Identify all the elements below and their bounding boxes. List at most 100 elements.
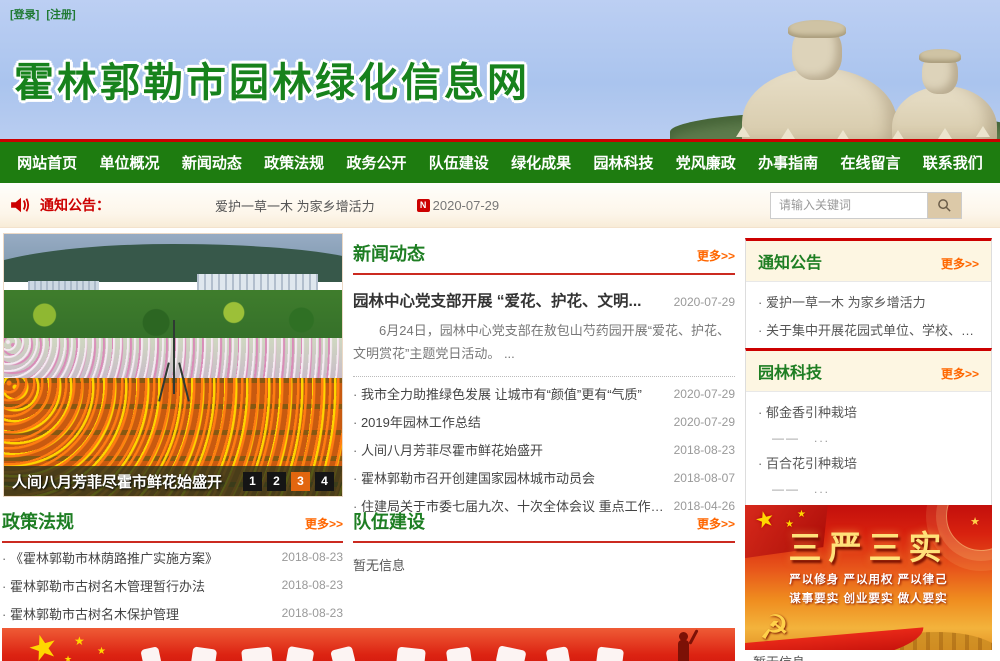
policy-item-link[interactable]: 霍林郭勒市古树名木管理暂行办法 — [2, 576, 272, 595]
tech-box-item-link[interactable]: 百合花引种栽培 — [758, 450, 979, 478]
news-section: 新闻动态 更多>> 园林中心党支部开展 “爱花、护花、文明... 2020-07… — [353, 240, 735, 520]
tent-graphic — [938, 128, 952, 139]
nav-item-policy[interactable]: 政策法规 — [264, 152, 324, 173]
login-link[interactable]: [登录] — [10, 9, 39, 21]
policy-item-date: 2018-08-23 — [282, 606, 343, 620]
news-section-title: 新闻动态 — [353, 240, 425, 266]
nav-item-guide[interactable]: 办事指南 — [758, 152, 818, 173]
nav-item-home[interactable]: 网站首页 — [17, 152, 77, 173]
nav-item-gov-affairs[interactable]: 政务公开 — [346, 152, 406, 173]
news-list-item: 人间八月芳菲尽霍市鲜花始盛开 2018-08-23 — [353, 436, 735, 464]
calligraphy-stroke — [191, 646, 217, 661]
star-icon: ★ — [64, 654, 72, 661]
notice-box: 通知公告 更多>> 爱护一草一木 为家乡增活力 关于集中开展花园式单位、学校、工… — [745, 238, 992, 355]
tech-box-item-sub: —— ... — [772, 427, 979, 450]
news-item-link[interactable]: 霍林郭勒市召开创建国家园林城市动员会 — [353, 468, 664, 487]
nav-item-team[interactable]: 队伍建设 — [429, 152, 489, 173]
news-item-link[interactable]: 我市全力助推绿色发展 让城市有“颜值”更有“气质” — [353, 384, 664, 403]
news-list-item: 我市全力助推绿色发展 让城市有“颜值”更有“气质” 2020-07-29 — [353, 380, 735, 408]
search-icon — [937, 198, 952, 213]
star-icon: ★ — [797, 509, 806, 520]
photo-carousel[interactable]: 人间八月芳菲尽霍市鲜花始盛开 1 2 3 4 — [3, 233, 343, 497]
section-divider — [353, 273, 735, 275]
carousel-caption-link[interactable]: 人间八月芳菲尽霍市鲜花始盛开 — [12, 471, 243, 492]
search-button[interactable] — [928, 192, 962, 219]
carousel-pager: 1 2 3 4 — [243, 472, 334, 491]
site-title: 霍林郭勒市园林绿化信息网 — [14, 50, 530, 108]
team-section-title: 队伍建设 — [353, 508, 425, 534]
site-header: [登录] [注册] 霍林郭勒市园林绿化信息网 — [0, 0, 1000, 139]
news-list-item: 2019年园林工作总结 2020-07-29 — [353, 408, 735, 436]
ticker-announcement-link[interactable]: 爱护一草一木 为家乡增活力 — [215, 196, 375, 215]
carousel-page-1[interactable]: 1 — [243, 472, 262, 491]
notice-box-title: 通知公告 — [758, 249, 822, 273]
auth-links: [登录] [注册] — [10, 6, 80, 22]
team-more-link[interactable]: 更多>> — [697, 515, 735, 532]
news-item-date: 2018-08-23 — [674, 443, 735, 457]
nav-item-party[interactable]: 党风廉政 — [676, 152, 736, 173]
policy-more-link[interactable]: 更多>> — [305, 515, 343, 532]
banner-slogan-line: 谋事要实 创业要实 做人要实 — [745, 590, 992, 606]
nav-item-contact[interactable]: 联系我们 — [923, 152, 983, 173]
carousel-photo-tripod — [173, 320, 175, 394]
news-item-date: 2020-07-29 — [674, 387, 735, 401]
nav-item-greening[interactable]: 绿化成果 — [511, 152, 571, 173]
calligraphy-stroke — [396, 647, 426, 661]
tech-box-item-sub: —— ... — [772, 478, 979, 501]
page: [登录] [注册] 霍林郭勒市园林绿化信息网 网站首页 单位概况 新闻动态 政策… — [0, 0, 1000, 661]
calligraphy-stroke — [596, 646, 624, 661]
tent-graphic — [736, 126, 750, 137]
banner-slogan-line: 严以修身 严以用权 严以律己 — [745, 571, 992, 587]
tent-graphic — [976, 126, 990, 137]
banner-below-empty-text: 暂无信息 — [745, 652, 992, 661]
notice-ticker-bar: 通知公告： 爱护一草一木 为家乡增活力 N 2020-07-29 — [0, 183, 1000, 228]
nav-item-news[interactable]: 新闻动态 — [182, 152, 242, 173]
statue-figure-graphic — [688, 629, 698, 645]
notice-box-item-link[interactable]: 爱护一草一木 为家乡增活力 — [758, 289, 979, 317]
notice-box-item-link[interactable]: 关于集中开展花园式单位、学校、工厂... — [758, 317, 979, 345]
news-item-link[interactable]: 2019年园林工作总结 — [353, 412, 664, 431]
register-link[interactable]: [注册] — [46, 9, 75, 21]
policy-list-item: 霍林郭勒市古树名木保护管理 2018-08-23 — [2, 599, 343, 627]
policy-section: 政策法规 更多>> 《霍林郭勒市林荫路推广实施方案》 2018-08-23 霍林… — [2, 508, 343, 627]
nav-item-tech[interactable]: 园林科技 — [593, 152, 653, 173]
nav-item-message[interactable]: 在线留言 — [840, 152, 900, 173]
featured-news-summary: 6月24日，园林中心党支部在敖包山芍药园开展“爱花、护花、文明赏花”主题党日活动… — [353, 320, 735, 366]
policy-section-title: 政策法规 — [2, 508, 74, 534]
garden-tech-box: 园林科技 更多>> 郁金香引种栽培 —— ... 百合花引种栽培 —— ... — [745, 348, 992, 510]
featured-news-date: 2020-07-29 — [674, 295, 735, 309]
carousel-page-4[interactable]: 4 — [315, 472, 334, 491]
star-icon: ★ — [97, 646, 106, 657]
calligraphy-stroke — [330, 646, 356, 661]
news-item-date: 2018-08-07 — [674, 471, 735, 485]
calligraphy-stroke — [495, 645, 526, 661]
news-item-date: 2020-07-29 — [674, 415, 735, 429]
calligraphy-stroke — [446, 646, 472, 661]
banner-title: 三严三实 — [745, 521, 992, 569]
calligraphy-stroke — [241, 646, 273, 661]
notice-box-more-link[interactable]: 更多>> — [941, 255, 979, 272]
bottom-propaganda-banner[interactable]: ★ ★ ★ ★ — [2, 628, 735, 661]
policy-item-link[interactable]: 《霍林郭勒市林荫路推广实施方案》 — [2, 548, 272, 567]
featured-news-title[interactable]: 园林中心党支部开展 “爱花、护花、文明... — [353, 289, 666, 311]
news-item-link[interactable]: 人间八月芳菲尽霍市鲜花始盛开 — [353, 440, 664, 459]
notice-label: 通知公告： — [40, 195, 110, 215]
policy-list-item: 霍林郭勒市古树名木管理暂行办法 2018-08-23 — [2, 571, 343, 599]
carousel-page-2[interactable]: 2 — [267, 472, 286, 491]
news-more-link[interactable]: 更多>> — [697, 247, 735, 264]
dotted-divider — [353, 376, 735, 377]
statue-figure-graphic — [678, 640, 689, 661]
calligraphy-stroke — [286, 646, 315, 661]
search-input[interactable] — [770, 192, 928, 219]
three-stricts-banner[interactable]: ★ ★ ★ ★ 三严三实 严以修身 严以用权 严以律己 谋事要实 创业要实 做人… — [745, 505, 992, 650]
calligraphy-stroke — [546, 646, 571, 661]
tech-box-item-link[interactable]: 郁金香引种栽培 — [758, 399, 979, 427]
team-empty-text: 暂无信息 — [353, 555, 735, 574]
tent-graphic — [781, 128, 795, 139]
policy-item-link[interactable]: 霍林郭勒市古树名木保护管理 — [2, 604, 272, 623]
carousel-page-3-active[interactable]: 3 — [291, 472, 310, 491]
tech-box-more-link[interactable]: 更多>> — [941, 365, 979, 382]
ticker-date: 2020-07-29 — [433, 198, 500, 213]
nav-item-about[interactable]: 单位概况 — [99, 152, 159, 173]
news-list-item: 霍林郭勒市召开创建国家园林城市动员会 2018-08-07 — [353, 464, 735, 492]
